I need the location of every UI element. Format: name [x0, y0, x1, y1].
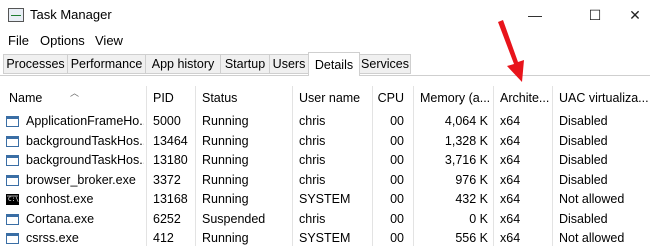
process-status: Running: [202, 172, 249, 187]
process-status: Running: [202, 231, 249, 245]
tab-app-history[interactable]: App history: [145, 54, 221, 74]
process-user: chris: [299, 153, 326, 167]
process-pid: 412: [153, 231, 174, 245]
tab-startup[interactable]: Startup: [220, 54, 270, 74]
process-status: Running: [202, 133, 249, 148]
window-title: Task Manager: [30, 7, 112, 22]
process-uac: Disabled: [559, 211, 608, 226]
column-header-uac[interactable]: UAC virtualiza...: [555, 86, 650, 110]
process-name: browser_broker.exe: [26, 172, 136, 187]
details-table: Name PID Status User name CPU Memory (a.…: [0, 86, 650, 246]
process-user: chris: [299, 211, 326, 226]
process-architecture: x64: [500, 114, 521, 128]
process-architecture: x64: [500, 172, 521, 187]
process-pid: 3372: [153, 172, 181, 187]
task-manager-icon: [8, 8, 24, 22]
red-arrow-annotation: [498, 20, 524, 82]
process-uac: Not allowed: [559, 192, 625, 206]
window-icon: [6, 135, 19, 147]
window-icon: [6, 174, 19, 186]
process-memory: 1,328 K: [444, 133, 488, 148]
table-row[interactable]: ApplicationFrameHo... 5000 Running chris 00 4…: [0, 112, 650, 131]
process-user: SYSTEM: [299, 192, 351, 206]
process-architecture: x64: [500, 133, 521, 148]
process-user: SYSTEM: [299, 231, 351, 245]
process-pid: 13464: [153, 133, 188, 148]
process-cpu: 00: [390, 192, 404, 206]
window-icon: [6, 213, 19, 225]
tab-processes[interactable]: Processes: [3, 54, 68, 74]
window-icon: [6, 116, 19, 127]
column-header-name[interactable]: Name: [5, 86, 145, 110]
process-memory: 3,716 K: [444, 153, 488, 167]
table-row[interactable]: Cortana.exe 6252 Suspended chris 00 0 K x64 Dis…: [0, 210, 650, 229]
process-pid: 13180: [153, 153, 188, 167]
menu-view[interactable]: View: [95, 33, 123, 48]
process-memory: 0 K: [469, 211, 488, 226]
process-memory: 432 K: [455, 192, 488, 206]
process-uac: Not allowed: [559, 231, 625, 245]
table-row[interactable]: csrss.exe 412 Running SYSTEM 00 556 K x64 Not a…: [0, 229, 650, 248]
process-status: Running: [202, 114, 249, 128]
maximize-button[interactable]: ☐: [572, 0, 618, 30]
menu-bar: File Options View: [0, 30, 650, 50]
table-row[interactable]: conhost.exe 13168 Running SYSTEM 00 432 K x64 N…: [0, 190, 650, 209]
column-header-memory[interactable]: Memory (a...: [416, 86, 494, 110]
process-memory: 4,064 K: [444, 114, 488, 128]
table-row[interactable]: browser_broker.exe 3372 Running chris 00 976 …: [0, 171, 650, 190]
console-icon: [6, 194, 19, 205]
process-cpu: 00: [390, 211, 404, 226]
column-header-cpu[interactable]: CPU: [350, 86, 410, 110]
tab-performance[interactable]: Performance: [67, 54, 146, 74]
process-uac: Disabled: [559, 172, 608, 187]
process-status: Running: [202, 153, 249, 167]
process-uac: Disabled: [559, 153, 608, 167]
title-bar: Task Manager — ☐ ✕: [0, 0, 650, 30]
process-cpu: 00: [390, 153, 404, 167]
process-pid: 6252: [153, 211, 181, 226]
process-architecture: x64: [500, 192, 521, 206]
process-memory: 976 K: [455, 172, 488, 187]
process-user: chris: [299, 114, 326, 128]
menu-options[interactable]: Options: [40, 33, 85, 48]
tab-details[interactable]: Details: [308, 52, 360, 76]
tab-services[interactable]: Services: [359, 54, 411, 74]
process-memory: 556 K: [455, 231, 488, 245]
process-name: backgroundTaskHos...: [26, 133, 144, 148]
window-icon: [6, 233, 19, 244]
tab-strip: Processes Performance App history Startu…: [3, 52, 650, 76]
process-cpu: 00: [390, 231, 404, 245]
process-uac: Disabled: [559, 114, 608, 128]
menu-file[interactable]: File: [8, 33, 29, 48]
process-architecture: x64: [500, 153, 521, 167]
close-button[interactable]: ✕: [620, 0, 650, 30]
table-row[interactable]: backgroundTaskHos... 13464 Running chris 00 1…: [0, 132, 650, 151]
process-name: backgroundTaskHos...: [26, 153, 144, 167]
process-status: Running: [202, 192, 249, 206]
process-status: Suspended: [202, 211, 266, 226]
tab-users[interactable]: Users: [269, 54, 309, 74]
column-header-pid[interactable]: PID: [149, 86, 194, 110]
process-cpu: 00: [390, 172, 404, 187]
process-user: chris: [299, 133, 326, 148]
table-row[interactable]: backgroundTaskHos... 13180 Running chris 00 3…: [0, 151, 650, 170]
process-name: Cortana.exe: [26, 211, 95, 226]
process-architecture: x64: [500, 211, 521, 226]
process-name: csrss.exe: [26, 231, 79, 245]
column-header-status[interactable]: Status: [198, 86, 290, 110]
process-name: conhost.exe: [26, 192, 94, 206]
process-name: ApplicationFrameHo...: [26, 114, 144, 128]
process-uac: Disabled: [559, 133, 608, 148]
process-pid: 5000: [153, 114, 181, 128]
process-cpu: 00: [390, 114, 404, 128]
window-icon: [6, 155, 19, 166]
process-user: chris: [299, 172, 326, 187]
process-cpu: 00: [390, 133, 404, 148]
process-pid: 13168: [153, 192, 188, 206]
process-architecture: x64: [500, 231, 521, 245]
